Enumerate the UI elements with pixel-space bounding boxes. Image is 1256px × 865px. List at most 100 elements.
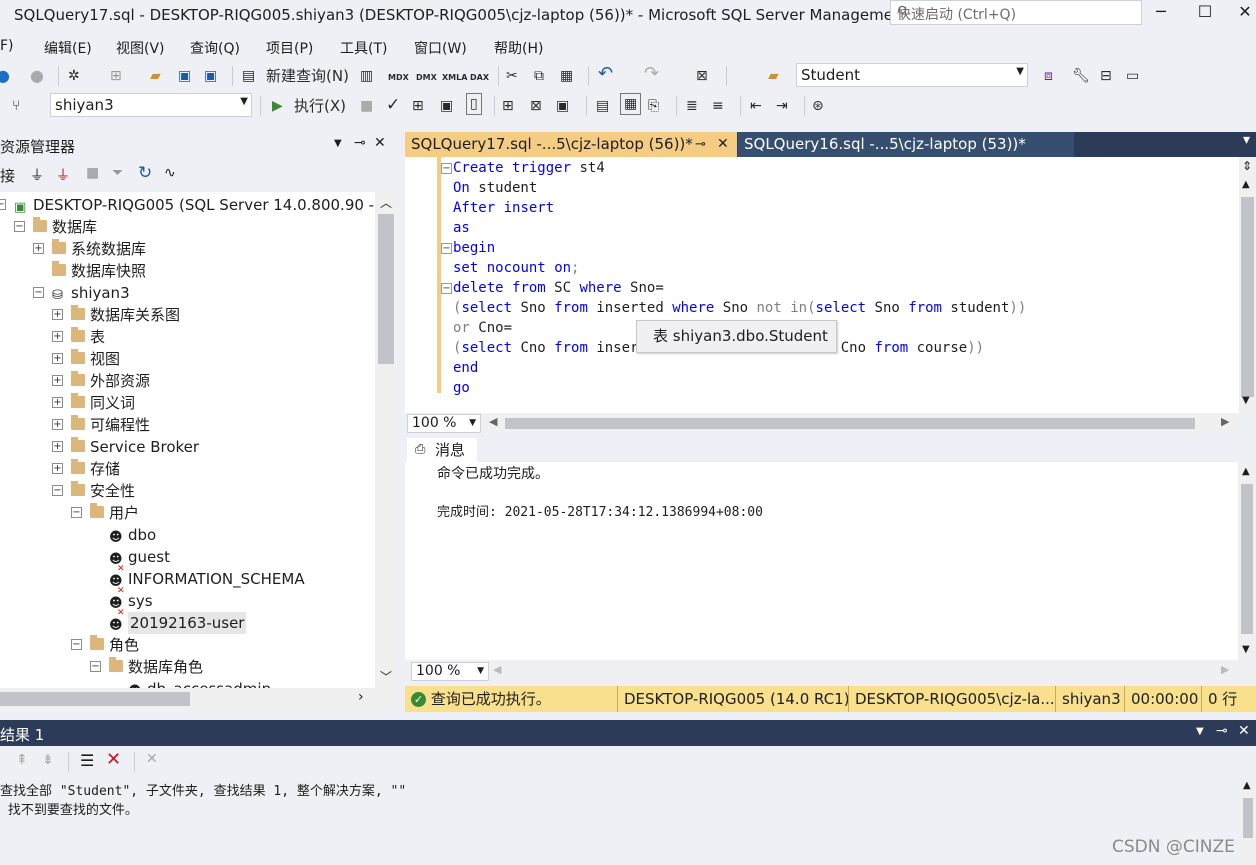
tree-node[interactable]: + 存储	[0, 458, 375, 480]
database-engine-query-icon[interactable]: ▥	[360, 66, 373, 86]
filter-icon[interactable]: ⏷	[112, 165, 123, 181]
scroll-up-icon[interactable]: ▲	[1243, 780, 1251, 791]
uncomment-icon[interactable]: ≡	[712, 96, 724, 116]
editor-zoom-combo[interactable]: 100 % ▼	[407, 414, 481, 433]
connect-icon[interactable]: ⏚	[30, 165, 44, 185]
collapse-icon[interactable]: −	[441, 283, 452, 294]
comment-icon[interactable]: ≣	[686, 96, 698, 116]
visual-studio-icon[interactable]: ⧈	[1044, 66, 1053, 86]
collapse-icon[interactable]: −	[0, 199, 6, 210]
menu-tools[interactable]: 工具(T)	[340, 38, 387, 58]
collapse-icon[interactable]: −	[33, 287, 44, 298]
tab-messages[interactable]: ⎙ 消息	[407, 438, 477, 462]
parse-icon[interactable]: ✓	[386, 95, 400, 115]
scroll-down-icon[interactable]: ▼	[1242, 644, 1250, 655]
results-zoom-combo[interactable]: 100 % ▼	[411, 662, 489, 681]
collapse-icon[interactable]: −	[71, 507, 82, 518]
tree-node[interactable]: ☻ db_accessadmin	[0, 678, 375, 688]
expand-icon[interactable]: +	[52, 397, 63, 408]
menu-query[interactable]: 查询(Q)	[190, 38, 240, 58]
collapse-icon[interactable]: −	[71, 639, 82, 650]
connect-button[interactable]: 接	[0, 165, 15, 186]
expand-icon[interactable]: +	[52, 375, 63, 386]
new-project-icon[interactable]: ✲	[68, 66, 80, 86]
database-combo[interactable]: shiyan3 ▼	[50, 93, 252, 117]
collapse-icon[interactable]: −	[90, 661, 101, 672]
chevron-down-icon[interactable]: ▼	[477, 663, 484, 680]
expand-icon[interactable]: +	[33, 243, 44, 254]
menu-file[interactable]: F)	[0, 38, 14, 54]
scroll-thumb[interactable]	[1241, 197, 1254, 397]
decrease-indent-icon[interactable]: ⇤	[750, 96, 762, 116]
tree-horizontal-scrollbar[interactable]: ›	[0, 688, 397, 710]
search-icon[interactable]: ⚲	[897, 4, 1137, 20]
clear-icon[interactable]: ✕	[106, 749, 121, 770]
menu-edit[interactable]: 编辑(E)	[44, 38, 92, 58]
scroll-down-icon[interactable]: ▼	[1242, 395, 1250, 406]
messages-vertical-scrollbar[interactable]: ▲ ▼	[1238, 462, 1256, 660]
results-to-file-icon[interactable]: ⎘	[648, 96, 659, 116]
cut-icon[interactable]: ✂	[506, 66, 518, 86]
undo-icon[interactable]: ↶	[598, 64, 613, 84]
tree-node[interactable]: − 数据库角色	[0, 656, 375, 678]
previous-result-icon[interactable]: ⇞	[16, 752, 28, 768]
query-options-icon[interactable]: ▣	[440, 96, 453, 116]
minimize-button[interactable]: ─	[1146, 2, 1176, 26]
scroll-up-icon[interactable]: ︿	[380, 194, 392, 211]
menu-view[interactable]: 视图(V)	[116, 38, 165, 58]
mdx-query-button[interactable]: MDX	[388, 68, 409, 88]
scroll-thumb[interactable]	[1243, 798, 1253, 838]
tree-node[interactable]: + 系统数据库	[0, 238, 375, 260]
specify-values-icon[interactable]: ⊛	[812, 96, 824, 116]
wrench-icon[interactable]: 🔧︎	[1072, 66, 1090, 86]
close-panel-icon[interactable]: ✕	[374, 135, 386, 151]
display-plan-icon[interactable]: ⊞	[412, 96, 424, 116]
menu-window[interactable]: 窗口(W)	[414, 38, 467, 58]
panel-menu-icon[interactable]: ▼	[334, 138, 342, 149]
execute-button[interactable]: 执行(X)	[294, 96, 346, 116]
clear-all-icon[interactable]: ☰	[80, 751, 94, 770]
back-icon[interactable]: ●	[0, 66, 10, 86]
chevron-down-icon[interactable]: ▼	[469, 415, 476, 432]
tree-node[interactable]: + 外部资源	[0, 370, 375, 392]
client-stats-icon[interactable]: ▣	[556, 96, 569, 116]
messages-pane[interactable]	[405, 462, 1238, 660]
chevron-down-icon[interactable]: ▼	[240, 96, 248, 107]
toolbox-icon[interactable]: ⊟	[1100, 66, 1112, 86]
find-results-scrollbar[interactable]: ▲	[1240, 778, 1256, 865]
console-icon[interactable]: ▭	[1126, 66, 1139, 86]
disconnect-icon[interactable]: ⏚	[56, 165, 70, 185]
split-icon[interactable]: ⇕	[1242, 159, 1252, 173]
expand-icon[interactable]: +	[52, 309, 63, 320]
expand-icon[interactable]: +	[52, 441, 63, 452]
tree-node[interactable]: 数据库快照	[0, 260, 375, 282]
find-combo[interactable]: Student ▼	[796, 63, 1028, 87]
connect-icon[interactable]: ⑂	[12, 96, 20, 116]
tree-node[interactable]: ☻ ✕ INFORMATION_SCHEMA	[0, 568, 375, 596]
scroll-left-icon[interactable]: ◀	[489, 415, 497, 428]
tree-vertical-scrollbar[interactable]: ︿ ﹀	[375, 192, 397, 688]
scroll-thumb[interactable]	[378, 214, 394, 364]
results-to-text-icon[interactable]: ▤	[596, 96, 609, 116]
tree-node[interactable]: + 表	[0, 326, 375, 348]
tab-sqlquery16[interactable]: SQLQuery16.sql -...5\cjz-laptop (53))*	[738, 132, 1074, 157]
tree-node[interactable]: + 数据库关系图	[0, 304, 375, 326]
dax-query-button[interactable]: DAX	[470, 68, 489, 88]
expand-icon[interactable]: +	[52, 463, 63, 474]
expand-icon[interactable]: +	[52, 331, 63, 342]
new-query-button[interactable]: 新建查询(N)	[266, 66, 349, 86]
close-tab-icon[interactable]: ✕	[717, 132, 729, 157]
collapse-icon[interactable]: −	[441, 243, 452, 254]
tree-node[interactable]: ☻ ✕ guest	[0, 546, 375, 574]
tree-node[interactable]: ☻ 20192163-user	[0, 612, 375, 634]
collapse-icon[interactable]: −	[14, 221, 25, 232]
activity-monitor-icon[interactable]: ⊠	[696, 66, 708, 86]
stop-icon[interactable]: ■	[86, 165, 99, 181]
new-query-icon[interactable]: ▤	[242, 66, 255, 86]
scroll-thumb[interactable]	[0, 692, 190, 706]
tree-node[interactable]: + 同义词	[0, 392, 375, 414]
tree-node[interactable]: − ▣ DESKTOP-RIQG005 (SQL Server 14.0.800.9…	[0, 194, 375, 216]
tree-node[interactable]: ☻ ✕ sys	[0, 590, 375, 618]
scroll-thumb[interactable]	[1241, 484, 1253, 634]
save-all-icon[interactable]: ▣	[204, 66, 217, 86]
